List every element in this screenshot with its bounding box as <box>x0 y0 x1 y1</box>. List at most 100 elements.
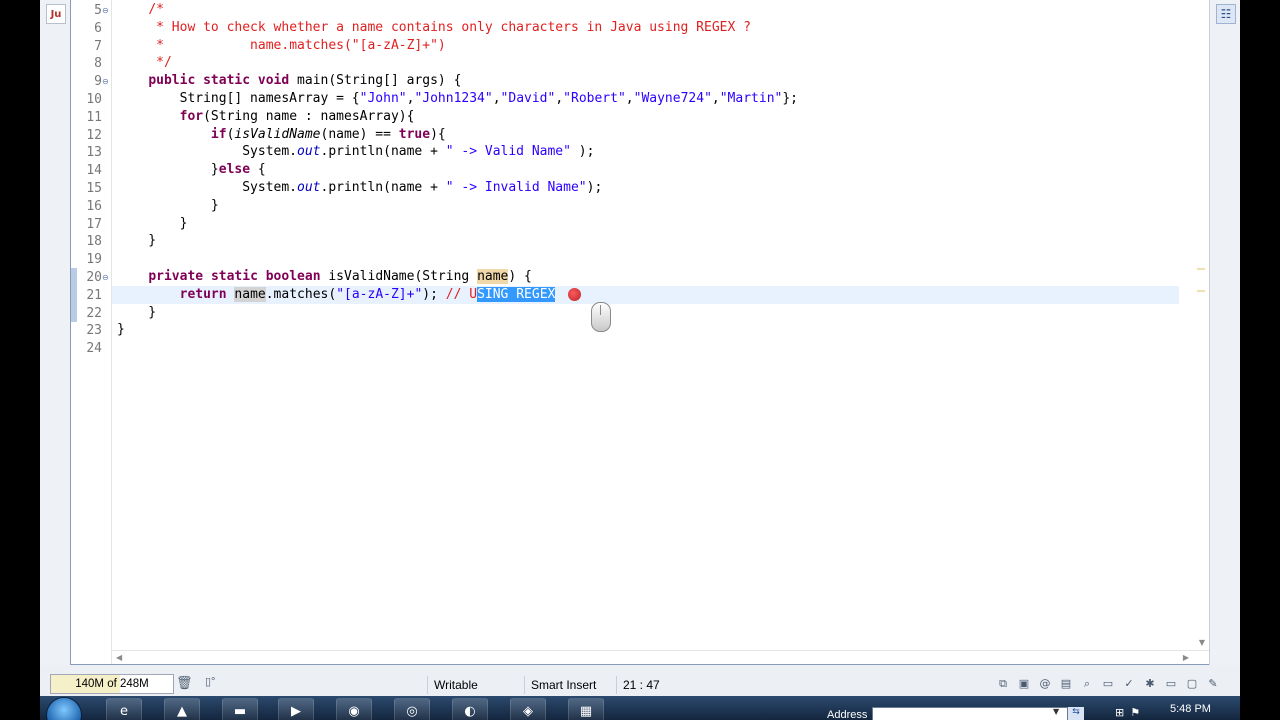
code-token: "Wayne724" <box>633 91 712 106</box>
internet-explorer-icon[interactable]: e <box>106 698 142 720</box>
code-line[interactable]: * name.matches("[a-zA-Z]+") <box>117 38 446 56</box>
code-line[interactable]: * How to check whether a name contains o… <box>117 20 751 38</box>
search-view-icon[interactable]: ⌕ <box>1079 676 1095 692</box>
chrome-icon[interactable]: ◎ <box>394 698 430 720</box>
vlc-icon[interactable]: ▲ <box>164 698 200 720</box>
code-token: else <box>218 162 251 178</box>
tasks-icon[interactable]: ✓ <box>1121 676 1137 692</box>
scroll-down-arrow-icon[interactable]: ▼ <box>1199 638 1205 647</box>
overview-ruler-mark[interactable] <box>1197 290 1205 292</box>
code-line[interactable]: System.out.println(name + " -> Valid Nam… <box>117 144 594 162</box>
code-line[interactable]: */ <box>117 55 172 73</box>
code-line[interactable]: private static boolean isValidName(Strin… <box>117 269 532 287</box>
code-line[interactable]: } <box>117 233 156 251</box>
line-number: 7 <box>94 38 102 54</box>
code-line[interactable]: }else { <box>117 162 266 180</box>
code-token: String[] namesArray = { <box>117 91 360 106</box>
firefox-icon[interactable]: ◉ <box>336 698 372 720</box>
line-number: 13 <box>86 145 102 161</box>
code-token: SING REGEX <box>477 286 556 302</box>
minimize-icon[interactable]: ▭ <box>1163 676 1179 692</box>
save-disk-icon[interactable]: ▦ <box>568 698 604 720</box>
left-trim-stack: Ju <box>40 0 71 665</box>
scroll-left-arrow-icon[interactable]: ◀ <box>116 653 122 662</box>
code-line[interactable]: return name.matches("[a-zA-Z]+"); // USI… <box>117 286 556 305</box>
network-icon[interactable]: ⊞ <box>1115 706 1124 719</box>
address-input[interactable] <box>872 707 1068 720</box>
line-number: 19 <box>86 252 102 268</box>
heap-status[interactable]: 140M of 248M <box>50 674 174 694</box>
code-token: , <box>625 91 634 106</box>
code-line[interactable]: } <box>117 322 125 340</box>
java-editor[interactable]: 5 ⊖ 6 7 8 9 ⊖ 10 11 12 13 14 15 16 17 18 19 20 ⊖ 21 22 23 24 /… <box>70 0 1210 665</box>
debug-icon[interactable]: ✱ <box>1142 676 1158 692</box>
code-token: , <box>555 91 564 106</box>
code-token: private <box>148 269 204 284</box>
pin-icon[interactable]: ✎ <box>1205 676 1221 692</box>
code-line[interactable]: /* <box>117 2 164 20</box>
scroll-right-arrow-icon[interactable]: ▶ <box>1183 653 1189 662</box>
horizontal-scrollbar[interactable]: ◀ ▶ <box>112 650 1209 666</box>
code-token: } <box>117 215 188 231</box>
fast-view-icon[interactable]: ⧉ <box>995 676 1011 692</box>
taskbar-clock[interactable]: 5:48 PM <box>1170 703 1211 715</box>
fold-toggle-icon[interactable]: ⊖ <box>102 73 111 91</box>
code-line[interactable]: System.out.println(name + " -> Invalid N… <box>117 180 602 198</box>
system-tray: ⊞ ⚑ <box>1115 706 1140 719</box>
code-token: void <box>257 73 290 89</box>
junit-view-icon[interactable]: Ju <box>46 4 66 24</box>
start-button-icon[interactable] <box>46 697 82 720</box>
garbage-collect-icon[interactable]: 🗑 <box>176 675 193 691</box>
code-token: } <box>117 233 157 249</box>
overview-ruler-mark[interactable] <box>1197 268 1205 270</box>
flag-icon[interactable]: ⚑ <box>1130 706 1140 719</box>
line-number: 21 <box>86 287 102 303</box>
code-token: .println(name + <box>320 144 446 160</box>
code-token: " -> Valid Name" <box>445 144 571 160</box>
code-token: true <box>398 126 431 142</box>
recorder-icon[interactable]: ◐ <box>452 698 488 720</box>
bookmark-icon[interactable]: ▣ <box>1016 676 1032 692</box>
address-go-icon[interactable]: ⇆ <box>1068 707 1084 720</box>
address-dropdown-icon[interactable]: ▼ <box>1053 707 1059 716</box>
status-trim-icon[interactable]: ▯° <box>205 675 215 688</box>
fold-toggle-icon[interactable]: ⊖ <box>102 2 111 20</box>
code-token: ); <box>422 286 446 302</box>
console-icon[interactable]: ▭ <box>1100 676 1116 692</box>
declaration-icon[interactable]: ▤ <box>1058 676 1074 692</box>
javadoc-icon[interactable]: @ <box>1037 676 1053 692</box>
code-token: ) { <box>508 269 532 284</box>
code-line[interactable]: public static void main(String[] args) { <box>117 73 461 91</box>
outline-view-icon[interactable]: ☷ <box>1216 4 1236 24</box>
code-line[interactable]: } <box>117 215 188 234</box>
code-token: "Robert" <box>563 91 626 106</box>
code-line[interactable]: } <box>117 305 156 323</box>
line-number: 20 <box>86 270 102 285</box>
code-line[interactable]: } <box>117 198 219 216</box>
line-number: 12 <box>86 127 102 143</box>
cursor-position-status: 21 : 47 <box>616 676 693 694</box>
code-area[interactable]: /* * How to check whether a name contain… <box>117 0 1179 664</box>
code-token: ){ <box>430 126 446 142</box>
fold-toggle-icon[interactable]: ⊖ <box>102 269 111 287</box>
code-line[interactable]: if(isValidName(name) == true){ <box>117 127 446 145</box>
media-player-icon[interactable]: ▶ <box>278 698 314 720</box>
code-line[interactable]: String[] namesArray = {"John","John1234"… <box>117 91 798 109</box>
code-token: name <box>477 269 509 284</box>
line-number: 9 <box>94 74 102 90</box>
maximize-icon[interactable]: ▢ <box>1184 676 1200 692</box>
vertical-scrollbar[interactable]: ▼ <box>1193 0 1209 650</box>
windows-taskbar: e ▲ ▬ ▶ ◉ ◎ ◐ ◈ ▦ Address ▼ ⇆ ⊞ ⚑ 5:48 P… <box>40 696 1240 720</box>
code-line[interactable]: for(String name : namesArray){ <box>117 109 415 127</box>
code-token: } <box>117 197 219 213</box>
eclipse-icon[interactable]: ◈ <box>510 698 546 720</box>
explorer-folder-icon[interactable]: ▬ <box>222 698 258 720</box>
